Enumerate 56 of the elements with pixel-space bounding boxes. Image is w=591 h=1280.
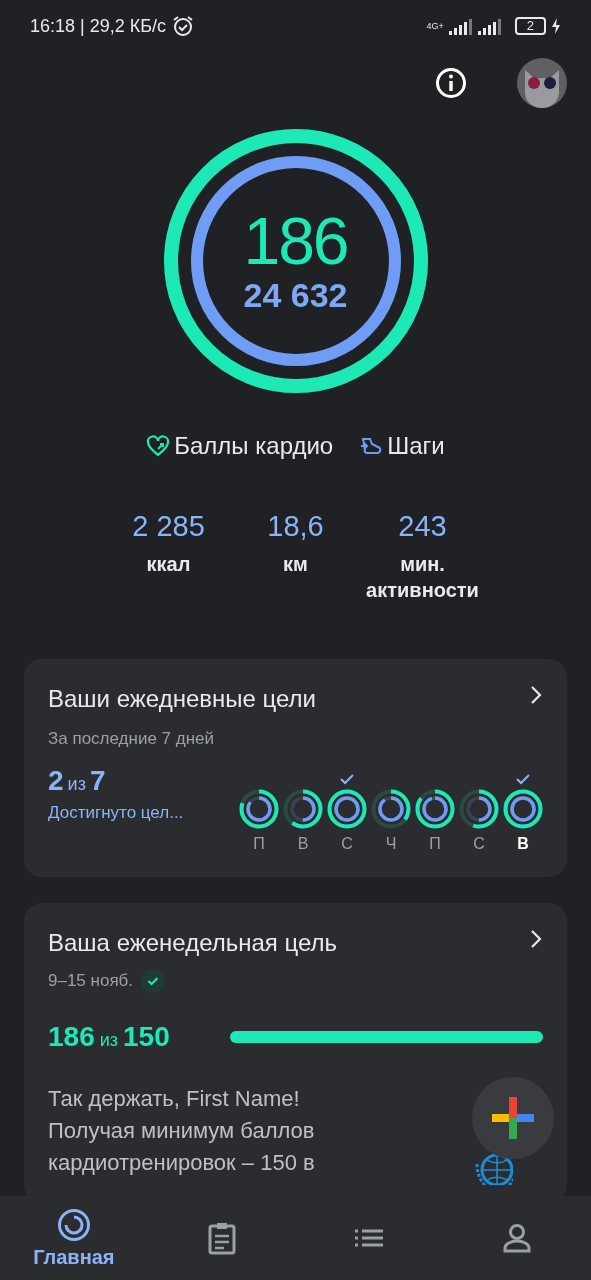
day-rings	[415, 789, 455, 829]
stat-label: мин. активности	[366, 552, 479, 603]
day-label: С	[341, 835, 353, 853]
chevron-right-icon[interactable]	[529, 685, 543, 705]
clock-time: 16:18	[30, 15, 76, 37]
motivation-text: Так держать, First Name! Получая минимум баллов кардиотренировок – 150 в	[48, 1085, 316, 1177]
stat-value: 2 285	[132, 510, 205, 543]
rings-icon	[56, 1207, 91, 1242]
legend-label: Баллы кардио	[174, 432, 334, 460]
signal-icon	[477, 17, 502, 35]
nav-tab[interactable]: Главная	[23, 1207, 124, 1269]
day-rings	[239, 789, 279, 829]
info-icon[interactable]	[435, 67, 467, 99]
achieved-count: 2	[48, 765, 64, 797]
stat-value: 243	[398, 510, 447, 543]
date-range: 9–15 нояб.	[48, 971, 134, 991]
stat-label: км	[283, 552, 308, 577]
weekly-target: 150	[123, 1021, 170, 1053]
daily-goals-card[interactable]: Ваши ежедневные цели За последние 7 дней 2 из 7 Достигнуто цел... П В С Ч П С В	[24, 659, 567, 877]
day-label: П	[253, 835, 265, 853]
day-label: Ч	[385, 835, 397, 853]
legend-label: Шаги	[387, 432, 445, 460]
day-label: С	[473, 835, 485, 853]
stat-label: ккал	[146, 552, 191, 577]
count-separator: из	[99, 1030, 119, 1051]
cardio-points-value: 186	[243, 206, 348, 276]
achieved-caption: Достигнуто цел...	[48, 803, 184, 823]
avatar[interactable]	[517, 58, 567, 108]
charging-icon	[551, 17, 561, 35]
network-speed: | 29,2 КБ/с	[80, 15, 167, 37]
heart-icon	[146, 435, 171, 457]
profile-icon	[503, 1223, 532, 1253]
card-title: Ваша еженедельная цель	[48, 929, 338, 957]
day-rings	[503, 789, 543, 829]
day-rings	[327, 789, 367, 829]
steps-value: 24 632	[243, 276, 348, 314]
chevron-right-icon[interactable]	[529, 929, 543, 949]
weekly-goal-card[interactable]: Ваша еженедельная цель 9–15 нояб. 186 из 150 Так держать, First Name! Получая минимум баллов кардиотренировок – 150 в	[24, 903, 567, 1196]
day-label: В	[297, 835, 309, 853]
day-rings	[283, 789, 323, 829]
battery-level: 2	[514, 17, 546, 35]
day-rings	[371, 789, 411, 829]
stat-value: 18,6	[267, 510, 324, 543]
card-subtitle: За последние 7 дней	[48, 729, 216, 749]
count-separator: из	[67, 774, 86, 795]
signal-icon	[448, 17, 473, 35]
day-rings	[459, 789, 499, 829]
shoe-icon	[359, 435, 384, 457]
add-button[interactable]	[471, 1076, 555, 1160]
weekly-points: 186	[48, 1021, 95, 1053]
day-label: В	[517, 835, 529, 853]
network-type: 4G+	[426, 21, 444, 31]
day-label: П	[429, 835, 441, 853]
card-title: Ваши ежедневные цели	[48, 685, 316, 713]
clipboard-icon	[206, 1221, 237, 1255]
total-count: 7	[89, 765, 106, 797]
